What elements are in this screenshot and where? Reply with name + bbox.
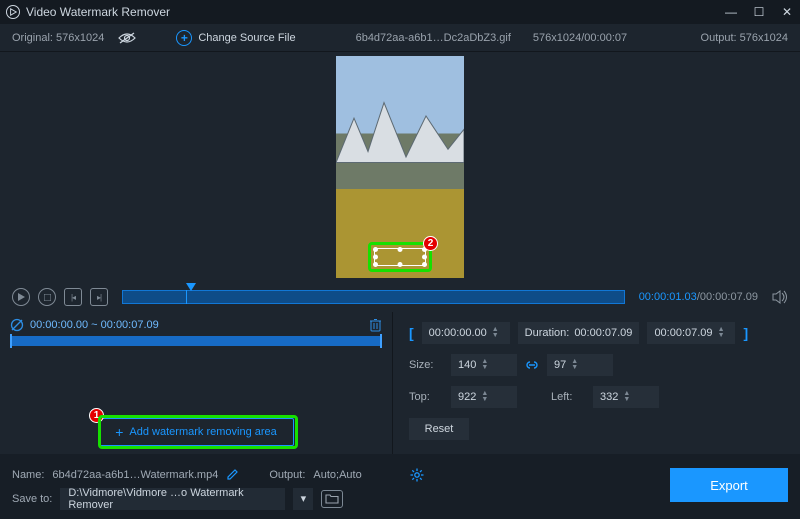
play-button[interactable] — [12, 288, 30, 306]
end-time-field[interactable]: 00:00:07.09 ▲▼ — [647, 322, 735, 344]
transport-bar: |◂ ▸| 00:00:01.03/00:00:07.09 — [0, 282, 800, 312]
playhead-line — [186, 290, 187, 304]
resize-handle-br[interactable] — [422, 262, 427, 267]
watermark-track[interactable] — [10, 336, 382, 346]
app-title: Video Watermark Remover — [26, 5, 170, 19]
watermark-time-range: 00:00:00.00 ~ 00:00:07.09 — [30, 319, 159, 331]
watermark-list-pane: 00:00:00.00 ~ 00:00:07.09 1 + Add waterm… — [0, 312, 393, 454]
change-source-label: Change Source File — [198, 32, 295, 44]
total-duration: 00:00:07.09 — [700, 291, 758, 303]
original-dimensions: Original: 576x1024 — [12, 32, 104, 44]
output-label: Output: — [269, 469, 305, 481]
top-label: Top: — [409, 391, 443, 403]
top-spinner[interactable]: ▲▼ — [481, 391, 488, 403]
preview-toggle-icon[interactable] — [118, 32, 136, 44]
left-spinner[interactable]: ▲▼ — [623, 391, 630, 403]
annotation-badge-2: 2 — [423, 236, 438, 251]
export-button[interactable]: Export — [670, 468, 788, 502]
volume-icon[interactable] — [772, 290, 788, 304]
resize-handle-tc[interactable] — [398, 247, 403, 252]
app-logo-icon — [6, 5, 20, 19]
browse-folder-button[interactable] — [321, 490, 343, 508]
step-back-button[interactable]: |◂ — [64, 288, 82, 306]
info-bar: Original: 576x1024 + Change Source File … — [0, 24, 800, 52]
set-end-bracket[interactable]: ] — [743, 325, 748, 341]
add-watermark-area-button[interactable]: + Add watermark removing area — [99, 418, 294, 446]
minimize-button[interactable]: — — [724, 5, 738, 19]
resize-handle-tl[interactable] — [373, 247, 378, 252]
saveto-label: Save to: — [12, 493, 52, 505]
name-label: Name: — [12, 469, 44, 481]
left-label: Left: — [551, 391, 585, 403]
annotation-badge-1: 1 — [89, 408, 104, 423]
left-field[interactable]: 332 ▲▼ — [593, 386, 659, 408]
watermark-entry[interactable]: 00:00:00.00 ~ 00:00:07.09 — [10, 318, 382, 332]
width-field[interactable]: 140 ▲▼ — [451, 354, 517, 376]
watermark-area-icon — [10, 318, 24, 332]
reset-button[interactable]: Reset — [409, 418, 469, 440]
plus-circle-icon: + — [176, 30, 192, 46]
playhead-icon[interactable] — [186, 283, 196, 291]
watermark-selection[interactable] — [374, 248, 426, 266]
parameters-pane: [ 00:00:00.00 ▲▼ Duration:00:00:07.09 00… — [393, 312, 800, 454]
preview-frame[interactable]: 2 — [336, 56, 464, 278]
output-dimensions: Output: 576x1024 — [701, 32, 788, 44]
close-button[interactable]: ✕ — [780, 5, 794, 19]
height-field[interactable]: 97 ▲▼ — [547, 354, 613, 376]
change-source-button[interactable]: + Change Source File — [176, 30, 295, 46]
start-time-spinner[interactable]: ▲▼ — [492, 327, 499, 339]
time-readout: 00:00:01.03/00:00:07.09 — [639, 291, 758, 303]
stop-button[interactable] — [38, 288, 56, 306]
save-path-field[interactable]: D:\Vidmore\Vidmore …o Watermark Remover — [60, 488, 285, 510]
duration-field[interactable]: Duration:00:00:07.09 — [518, 322, 640, 344]
source-filename: 6b4d72aa-a6b1…Dc2aDbZ3.gif — [356, 32, 511, 44]
footer: Name: 6b4d72aa-a6b1…Watermark.mp4 Output… — [0, 454, 800, 519]
set-start-bracket[interactable]: [ — [409, 325, 414, 341]
resize-handle-ml[interactable] — [373, 255, 378, 260]
output-name: 6b4d72aa-a6b1…Watermark.mp4 — [52, 469, 218, 481]
size-label: Size: — [409, 359, 443, 371]
output-settings-icon[interactable] — [410, 468, 424, 482]
end-time-spinner[interactable]: ▲▼ — [718, 327, 725, 339]
aspect-lock-icon[interactable] — [525, 359, 539, 371]
plus-icon: + — [115, 424, 123, 440]
titlebar: Video Watermark Remover — ☐ ✕ — [0, 0, 800, 24]
resize-handle-bc[interactable] — [398, 262, 403, 267]
add-area-label: Add watermark removing area — [129, 426, 276, 438]
output-format: Auto;Auto — [313, 469, 361, 481]
duration-label: Duration: — [525, 327, 570, 339]
timeline-scrubber[interactable] — [122, 290, 625, 304]
height-spinner[interactable]: ▲▼ — [571, 359, 578, 371]
preview-area: 2 — [0, 52, 800, 282]
watermark-selection-highlight: 2 — [368, 242, 432, 272]
start-time-field[interactable]: 00:00:00.00 ▲▼ — [422, 322, 510, 344]
maximize-button[interactable]: ☐ — [752, 5, 766, 19]
save-path-dropdown[interactable]: ▾ — [293, 488, 313, 510]
edit-name-icon[interactable] — [226, 468, 239, 481]
delete-watermark-button[interactable] — [369, 318, 382, 332]
source-dims-duration: 576x1024/00:00:07 — [533, 32, 627, 44]
current-time: 00:00:01.03 — [639, 291, 697, 303]
resize-handle-mr[interactable] — [422, 255, 427, 260]
step-forward-button[interactable]: ▸| — [90, 288, 108, 306]
width-spinner[interactable]: ▲▼ — [481, 359, 488, 371]
resize-handle-bl[interactable] — [373, 262, 378, 267]
top-field[interactable]: 922 ▲▼ — [451, 386, 517, 408]
